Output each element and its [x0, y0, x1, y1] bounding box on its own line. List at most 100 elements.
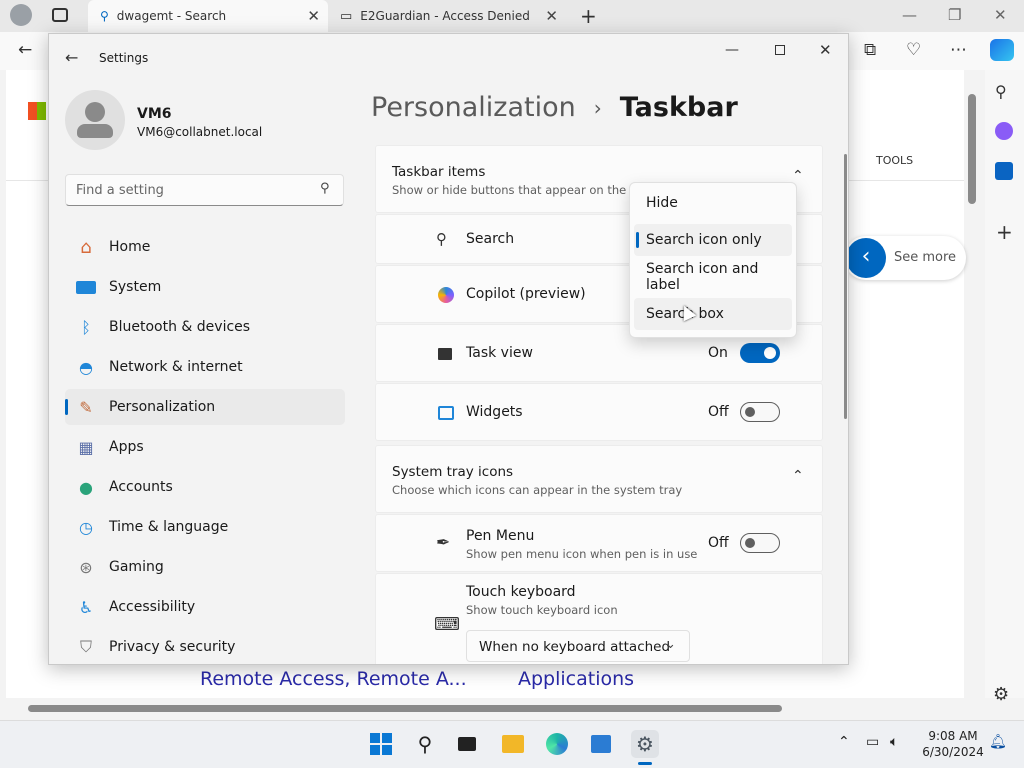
nav-item-personalization[interactable]: ✎ Personalization — [65, 389, 345, 425]
nav-label: Network & internet — [109, 359, 243, 375]
pen-menu-toggle[interactable] — [740, 533, 780, 553]
avatar[interactable] — [65, 90, 125, 150]
microsoft-logo-icon — [28, 102, 46, 120]
row-touch-keyboard[interactable]: ⌨ Touch keyboard Show touch keyboard ico… — [375, 573, 823, 664]
chevron-up-icon[interactable]: ⌃ — [792, 468, 804, 484]
touch-keyboard-select[interactable]: When no keyboard attached ⌄ — [466, 630, 690, 662]
tab-e2guardian[interactable]: ▭ E2Guardian - Access Denied ✕ — [330, 0, 566, 32]
gear-icon[interactable]: ⚙ — [993, 684, 1009, 705]
selection-indicator — [65, 399, 68, 415]
see-more-panel[interactable]: ‹ See more — [844, 236, 966, 280]
restore-icon[interactable]: ❐ — [948, 6, 961, 24]
dropdown-option-hide[interactable]: Hide — [634, 187, 792, 219]
add-icon[interactable]: + — [996, 220, 1013, 244]
search-input[interactable]: Find a setting — [76, 183, 164, 198]
nav-item-apps[interactable]: ▦ Apps — [65, 429, 345, 465]
maximize-icon[interactable] — [775, 45, 785, 55]
dropdown-option-icon-only[interactable]: Search icon only — [634, 224, 792, 256]
browser-sidebar: ⚲ + ⚙ — [985, 70, 1024, 705]
search-icon: ⚲ — [436, 230, 447, 248]
minimize-icon[interactable]: — — [902, 6, 917, 24]
system-tray-header[interactable]: System tray icons Choose which icons can… — [375, 445, 823, 513]
nav-item-gaming[interactable]: ⊛ Gaming — [65, 549, 345, 585]
wifi-icon: ◓ — [79, 357, 93, 377]
person-icon: ● — [79, 477, 93, 497]
copilot-sidebar-icon[interactable] — [995, 122, 1013, 140]
taskbar-search-icon[interactable]: ⚲ — [411, 730, 439, 758]
row-sublabel: Show touch keyboard icon — [466, 603, 618, 617]
back-arrow-icon[interactable]: ← — [18, 40, 32, 60]
user-name: VM6 — [137, 106, 172, 122]
task-view-icon — [438, 348, 452, 360]
back-arrow-icon[interactable]: ← — [65, 48, 78, 67]
nav-item-home[interactable]: ⌂ Home — [65, 229, 345, 265]
edge-icon[interactable] — [543, 730, 571, 758]
nav-item-system[interactable]: System — [65, 269, 345, 305]
horizontal-scrollbar[interactable] — [28, 705, 782, 712]
start-button[interactable] — [367, 730, 395, 758]
breadcrumb: Personalization › Taskbar — [371, 92, 738, 123]
bell-icon[interactable]: 🔔︎ — [989, 734, 1007, 750]
widgets-toggle[interactable] — [740, 402, 780, 422]
home-icon: ⌂ — [80, 236, 92, 258]
vertical-scrollbar[interactable] — [968, 94, 976, 204]
volume-icon[interactable]: 🔈︎ — [890, 734, 898, 750]
windows-logo-icon — [370, 733, 392, 755]
file-explorer-icon[interactable] — [499, 730, 527, 758]
search-icon[interactable]: ⚲ — [320, 181, 330, 196]
minimize-icon[interactable]: — — [725, 42, 739, 58]
tools-label[interactable]: TOOLS — [876, 154, 913, 167]
nav-item-bluetooth[interactable]: ᛒ Bluetooth & devices — [65, 309, 345, 345]
new-tab-icon[interactable]: + — [580, 4, 597, 28]
search-icon[interactable]: ⚲ — [995, 82, 1007, 101]
nav-item-accounts[interactable]: ● Accounts — [65, 469, 345, 505]
more-icon[interactable]: ⋯ — [950, 40, 967, 60]
close-icon[interactable]: ✕ — [994, 6, 1007, 24]
copilot-icon[interactable] — [990, 39, 1014, 61]
dropdown-option-search-box[interactable]: Search box — [634, 298, 792, 330]
option-label: Search icon and label — [646, 261, 759, 293]
nav-item-accessibility[interactable]: ♿ Accessibility — [65, 589, 345, 625]
nav-item-network[interactable]: ◓ Network & internet — [65, 349, 345, 385]
section-title: Taskbar items — [392, 164, 486, 180]
link-applications[interactable]: Applications — [518, 668, 634, 690]
outlook-icon[interactable] — [995, 162, 1013, 180]
row-label: Touch keyboard — [466, 584, 576, 600]
search-box[interactable]: Find a setting ⚲ — [65, 174, 344, 206]
clock-date: 6/30/2024 — [922, 745, 984, 759]
nav-item-time-language[interactable]: ◷ Time & language — [65, 509, 345, 545]
close-icon[interactable]: ✕ — [819, 41, 832, 59]
health-icon[interactable]: ♡ — [906, 40, 921, 60]
network-icon[interactable]: ▭ — [866, 734, 879, 750]
nav-label: Accounts — [109, 479, 173, 495]
profile-avatar-icon[interactable] — [10, 4, 32, 26]
collections-icon[interactable]: ⧉ — [864, 40, 876, 60]
nav-label: Time & language — [109, 519, 229, 535]
tab-search[interactable]: ⚲ dwagemt - Search ✕ — [88, 0, 328, 32]
task-view-toggle[interactable] — [740, 343, 780, 363]
link-remote-access[interactable]: Remote Access, Remote A... — [200, 668, 467, 690]
row-sublabel: Show pen menu icon when pen is in use — [466, 547, 698, 561]
nav-item-privacy[interactable]: ⛉ Privacy & security — [65, 629, 345, 664]
chevron-up-icon[interactable]: ⌃ — [838, 734, 850, 750]
tab-actions-icon[interactable] — [52, 8, 68, 22]
row-widgets[interactable]: Widgets Off — [375, 383, 823, 441]
shield-icon: ⛉ — [79, 637, 92, 656]
gear-icon: ⚙ — [636, 732, 654, 756]
section-title: System tray icons — [392, 464, 514, 480]
content-scrollbar[interactable] — [844, 154, 847, 419]
close-tab-icon[interactable]: ✕ — [545, 7, 558, 25]
breadcrumb-separator: › — [593, 95, 602, 120]
settings-window: ← Settings — ✕ VM6 VM6@collabnet.local F… — [48, 33, 849, 665]
dropdown-option-icon-label[interactable]: Search icon and label — [634, 261, 792, 293]
chevron-left-icon[interactable]: ‹ — [846, 238, 886, 278]
clock[interactable]: 9:08 AM 6/30/2024 — [920, 728, 986, 760]
globe-clock-icon: ◷ — [79, 517, 93, 537]
breadcrumb-parent[interactable]: Personalization — [371, 92, 576, 123]
close-tab-icon[interactable]: ✕ — [307, 7, 320, 25]
store-icon[interactable] — [587, 730, 615, 758]
chevron-up-icon[interactable]: ⌃ — [792, 168, 804, 184]
settings-taskbar-icon[interactable]: ⚙ — [631, 730, 659, 758]
row-pen-menu[interactable]: ✒ Pen Menu Show pen menu icon when pen i… — [375, 514, 823, 572]
task-view-icon[interactable] — [453, 730, 481, 758]
